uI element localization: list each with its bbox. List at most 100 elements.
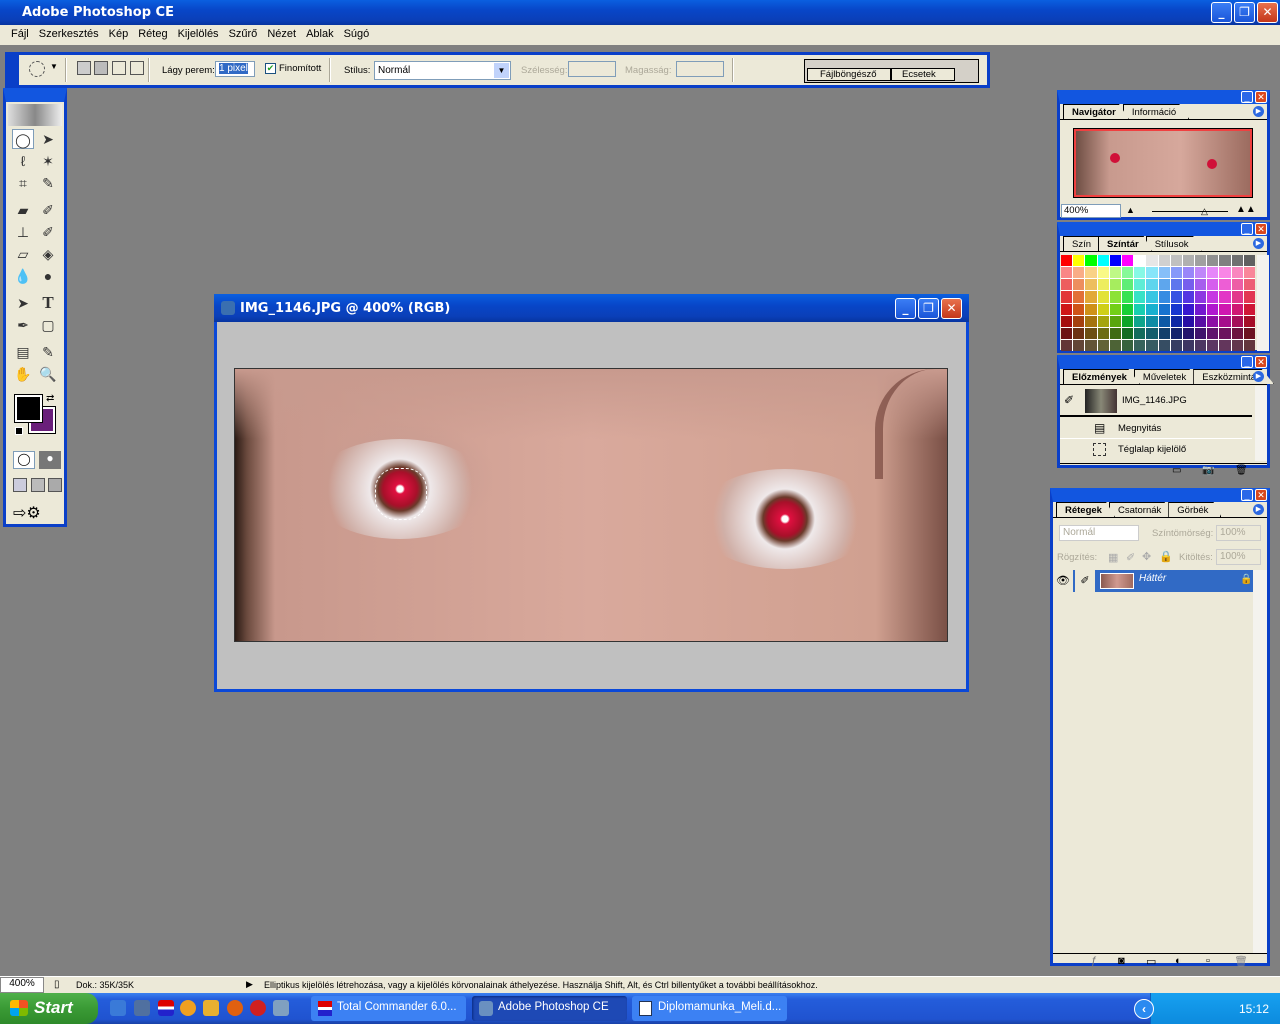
color-swatch[interactable] bbox=[1195, 279, 1207, 291]
history-item[interactable]: Téglalap kijelölő bbox=[1060, 440, 1252, 460]
quick-mask-icon[interactable]: ● bbox=[39, 451, 61, 469]
slice-tool[interactable]: ✎ bbox=[37, 173, 59, 193]
height-input[interactable] bbox=[676, 61, 724, 77]
subtract-selection-icon[interactable] bbox=[112, 61, 126, 75]
color-swatch[interactable] bbox=[1134, 291, 1146, 303]
color-swatch[interactable] bbox=[1146, 291, 1158, 303]
tab-color[interactable]: Szín bbox=[1063, 236, 1105, 251]
opacity-input[interactable]: 100% bbox=[1216, 525, 1261, 541]
task-word[interactable]: Diplomamunka_Meli.d... bbox=[632, 996, 787, 1021]
minimize-button[interactable]: _ bbox=[1211, 2, 1232, 23]
history-item[interactable]: ▤ Megnyitás bbox=[1060, 419, 1252, 439]
color-swatch[interactable] bbox=[1195, 327, 1207, 339]
intersect-selection-icon[interactable] bbox=[130, 61, 144, 75]
color-swatch[interactable] bbox=[1134, 267, 1146, 279]
feather-input[interactable]: 1 pixel bbox=[215, 61, 255, 77]
color-swatch[interactable] bbox=[1085, 303, 1097, 315]
navigator-thumbnail[interactable] bbox=[1073, 128, 1253, 198]
standard-screen-icon[interactable] bbox=[13, 478, 27, 492]
color-swatch[interactable] bbox=[1085, 255, 1097, 267]
color-swatch[interactable] bbox=[1158, 339, 1170, 351]
color-swatch[interactable] bbox=[1134, 339, 1146, 351]
menu-select[interactable]: Kijelölés bbox=[173, 25, 224, 45]
doc-minimize-button[interactable]: _ bbox=[895, 298, 916, 319]
tool-preset-picker[interactable] bbox=[29, 61, 45, 77]
panel-menu-icon[interactable]: ▶ bbox=[1253, 504, 1264, 515]
color-swatch[interactable] bbox=[1097, 303, 1109, 315]
color-swatch[interactable] bbox=[1207, 339, 1219, 351]
color-swatch[interactable] bbox=[1146, 315, 1158, 327]
menu-image[interactable]: Kép bbox=[104, 25, 134, 45]
panel-minimize-button[interactable]: _ bbox=[1241, 489, 1253, 501]
tab-history[interactable]: Előzmények bbox=[1063, 369, 1140, 384]
desktop-quicklaunch-icon[interactable] bbox=[273, 1000, 289, 1016]
standard-mode-icon[interactable]: ◯ bbox=[13, 451, 35, 469]
color-swatch[interactable] bbox=[1085, 327, 1097, 339]
notes-tool[interactable]: ▤ bbox=[12, 342, 34, 362]
color-swatch[interactable] bbox=[1134, 315, 1146, 327]
elliptical-selection[interactable] bbox=[375, 468, 427, 520]
history-brush-source-icon[interactable]: ✐ bbox=[1064, 393, 1074, 407]
blur-tool[interactable]: 💧 bbox=[12, 266, 34, 286]
menu-window[interactable]: Ablak bbox=[301, 25, 339, 45]
task-photoshop[interactable]: Adobe Photoshop CE bbox=[472, 996, 627, 1021]
panel-close-button[interactable]: ✕ bbox=[1255, 91, 1267, 103]
color-swatch[interactable] bbox=[1109, 291, 1121, 303]
panel-menu-icon[interactable]: ▶ bbox=[1253, 238, 1264, 249]
color-swatch[interactable] bbox=[1121, 267, 1134, 279]
color-swatch[interactable] bbox=[1061, 303, 1073, 315]
color-swatch[interactable] bbox=[1207, 291, 1219, 303]
new-layer-icon[interactable]: ▫ bbox=[1206, 955, 1210, 967]
tab-navigator[interactable]: Navigátor bbox=[1063, 104, 1129, 119]
healing-brush-tool[interactable]: ▰ bbox=[12, 200, 34, 220]
color-swatch[interactable] bbox=[1158, 303, 1170, 315]
jump-to-imageready-icon[interactable]: ⇨⚙ bbox=[13, 503, 41, 523]
media-player-quicklaunch-icon[interactable] bbox=[180, 1000, 196, 1016]
color-swatch[interactable] bbox=[1182, 339, 1195, 351]
color-swatch[interactable] bbox=[1170, 303, 1182, 315]
move-tool[interactable]: ➤ bbox=[37, 129, 59, 149]
panel-close-button[interactable]: ✕ bbox=[1255, 489, 1267, 501]
color-swatch[interactable] bbox=[1121, 279, 1134, 291]
color-swatch[interactable] bbox=[1109, 339, 1121, 351]
lock-position-icon[interactable]: ✥ bbox=[1142, 550, 1151, 563]
pen-tool[interactable]: ✒ bbox=[12, 315, 34, 335]
add-selection-icon[interactable] bbox=[94, 61, 108, 75]
color-swatch[interactable] bbox=[1182, 303, 1195, 315]
color-swatch[interactable] bbox=[1146, 339, 1158, 351]
color-swatch[interactable] bbox=[1061, 291, 1073, 303]
color-swatch[interactable] bbox=[1170, 291, 1182, 303]
color-swatch[interactable] bbox=[1134, 303, 1146, 315]
color-swatch[interactable] bbox=[1195, 267, 1207, 279]
eyedropper-tool[interactable]: ✎ bbox=[37, 342, 59, 362]
color-swatch[interactable] bbox=[1073, 267, 1085, 279]
color-swatch[interactable] bbox=[1182, 327, 1195, 339]
color-swatch[interactable] bbox=[1121, 291, 1134, 303]
color-swatch[interactable] bbox=[1061, 315, 1073, 327]
color-swatch[interactable] bbox=[1182, 315, 1195, 327]
start-button[interactable]: Start bbox=[0, 993, 98, 1024]
zoom-slider[interactable] bbox=[1152, 211, 1228, 212]
color-swatch[interactable] bbox=[1158, 315, 1170, 327]
color-swatch[interactable] bbox=[1243, 327, 1255, 339]
color-swatch[interactable] bbox=[1231, 279, 1243, 291]
color-swatch[interactable] bbox=[1219, 303, 1231, 315]
panel-close-button[interactable]: ✕ bbox=[1255, 223, 1267, 235]
style-select[interactable]: Normál ▼ bbox=[374, 61, 511, 80]
color-swatch[interactable] bbox=[1085, 279, 1097, 291]
eye-icon[interactable]: 👁 bbox=[1053, 570, 1073, 592]
menu-help[interactable]: Súgó bbox=[339, 25, 375, 45]
menu-view[interactable]: Nézet bbox=[262, 25, 301, 45]
color-swatch[interactable] bbox=[1231, 303, 1243, 315]
blend-mode-select[interactable]: Normál bbox=[1059, 525, 1139, 541]
color-swatch[interactable] bbox=[1109, 267, 1121, 279]
zoom-slider-handle[interactable]: △ bbox=[1201, 206, 1208, 217]
menu-file[interactable]: Fájl bbox=[6, 25, 34, 45]
color-swatch[interactable] bbox=[1109, 303, 1121, 315]
panel-minimize-button[interactable]: _ bbox=[1241, 223, 1253, 235]
maximize-button[interactable]: ❐ bbox=[1234, 2, 1255, 23]
color-swatch[interactable] bbox=[1109, 279, 1121, 291]
color-swatch[interactable] bbox=[1158, 279, 1170, 291]
color-swatch[interactable] bbox=[1158, 291, 1170, 303]
fill-input[interactable]: 100% bbox=[1216, 549, 1261, 565]
